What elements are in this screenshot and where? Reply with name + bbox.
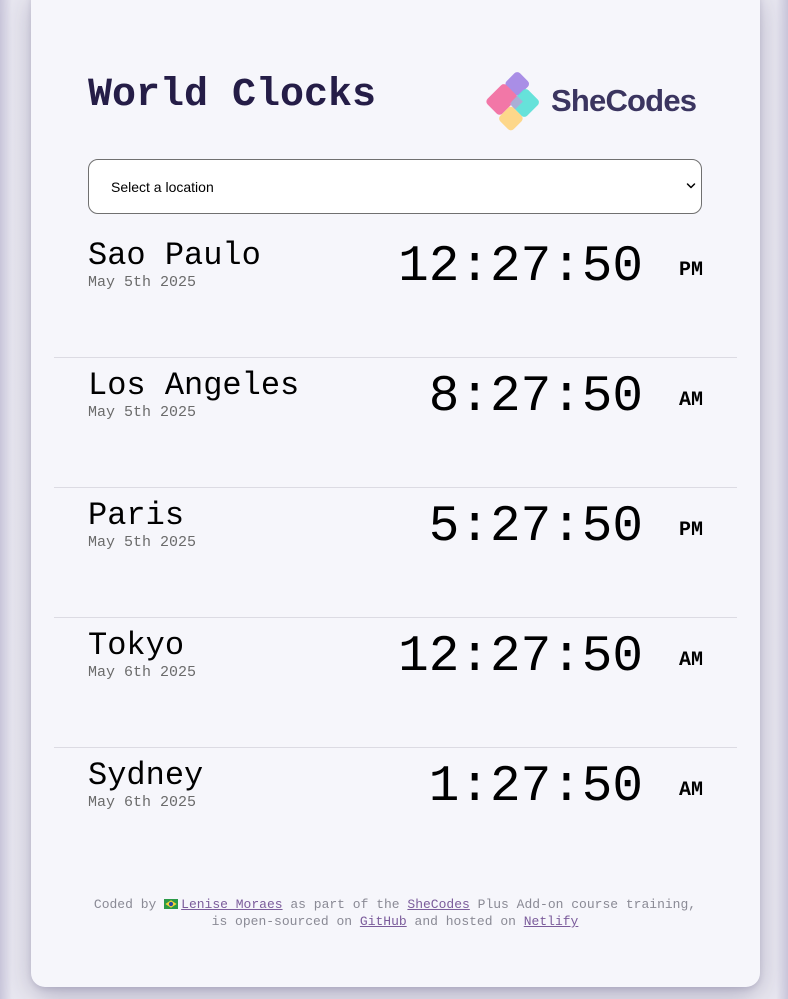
location-select[interactable]: Select a location (88, 159, 702, 214)
city-time: 1:27:50 (428, 759, 643, 816)
city-name: Sao Paulo (88, 237, 261, 274)
shecodes-logo-text: SheCodes (551, 83, 697, 118)
city-date: May 5th 2025 (88, 404, 197, 421)
netlify-link[interactable]: Netlify (524, 914, 579, 929)
city-time: 12:27:50 (398, 239, 643, 296)
footer-text-part-of: as part of the (290, 897, 400, 912)
author-link[interactable]: Lenise Moraes (164, 897, 283, 912)
city-date: May 6th 2025 (88, 794, 197, 811)
location-select-wrapper: Select a location (88, 159, 702, 214)
footer-text-hosted: and hosted on (414, 914, 516, 929)
shecodes-logo-mark-icon (486, 72, 539, 131)
city-row-los-angeles: Los Angeles May 5th 2025 8:27:50 AM (54, 358, 737, 488)
city-row-paris: Paris May 5th 2025 5:27:50 PM (54, 488, 737, 618)
shecodes-link[interactable]: SheCodes (407, 897, 469, 912)
city-ampm: PM (678, 259, 703, 282)
author-link-label: Lenise Moraes (181, 897, 283, 912)
city-list: Sao Paulo May 5th 2025 12:27:50 PM Los A… (54, 228, 737, 877)
city-time: 8:27:50 (428, 369, 643, 426)
world-clocks-card: World Clocks SheCodes Select a location (31, 0, 760, 987)
github-link[interactable]: GitHub (360, 914, 407, 929)
city-name: Sydney (88, 757, 204, 794)
brazil-flag-icon (164, 899, 179, 909)
city-row-sydney: Sydney May 6th 2025 1:27:50 AM (54, 748, 737, 877)
city-date: May 5th 2025 (88, 534, 197, 551)
city-ampm: PM (678, 519, 703, 542)
shecodes-logo: SheCodes (478, 71, 703, 135)
city-ampm: AM (678, 649, 703, 672)
city-name: Los Angeles (88, 367, 300, 404)
city-time: 12:27:50 (398, 629, 643, 686)
city-name: Tokyo (88, 627, 185, 664)
footer: Coded by Lenise Moraes as part of the Sh… (88, 896, 702, 930)
page-title: World Clocks (88, 73, 377, 118)
city-date: May 6th 2025 (88, 664, 197, 681)
city-row-sao-paulo: Sao Paulo May 5th 2025 12:27:50 PM (54, 228, 737, 358)
city-ampm: AM (678, 779, 703, 802)
city-row-tokyo: Tokyo May 6th 2025 12:27:50 AM (54, 618, 737, 748)
city-name: Paris (88, 497, 185, 534)
footer-text-coded-by: Coded by (93, 897, 157, 912)
city-ampm: AM (678, 389, 703, 412)
header: World Clocks SheCodes (88, 68, 703, 138)
city-date: May 5th 2025 (88, 274, 197, 291)
city-time: 5:27:50 (428, 499, 643, 556)
